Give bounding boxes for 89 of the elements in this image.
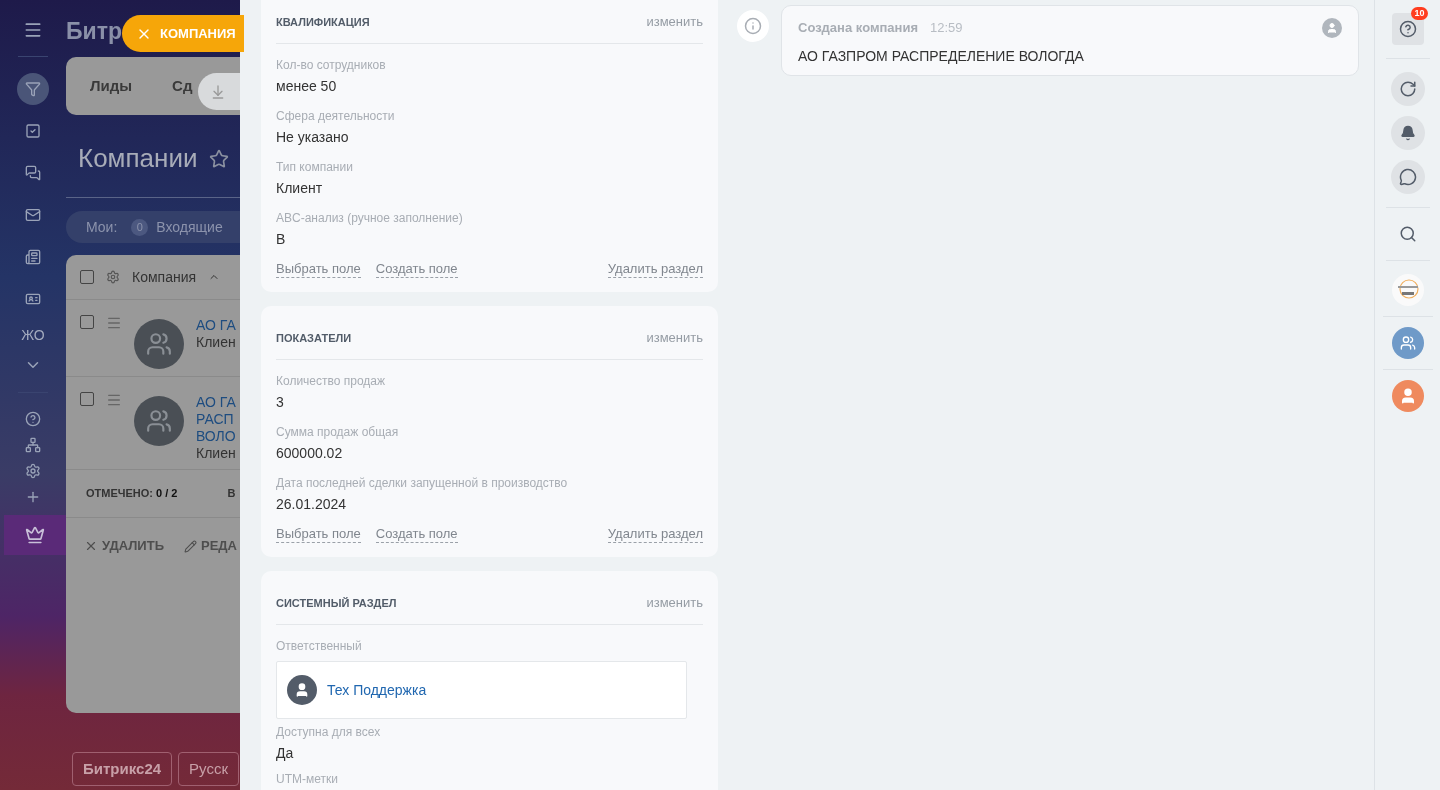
field-value: B bbox=[276, 230, 287, 249]
delete-link[interactable]: Удалить раздел bbox=[607, 526, 703, 543]
activity-button[interactable] bbox=[1390, 72, 1425, 106]
checkbox[interactable] bbox=[80, 315, 94, 329]
selected-count: ОТМЕЧЕНО: 0 / 2 bbox=[86, 486, 178, 502]
field-label: Сумма продаж общая bbox=[276, 424, 400, 441]
star-icon[interactable] bbox=[209, 148, 230, 169]
action-button[interactable]: УДАЛИТЬ bbox=[84, 536, 164, 556]
page-title: Компании bbox=[78, 142, 198, 175]
group-chat-button[interactable] bbox=[1391, 327, 1424, 359]
group-icon bbox=[146, 331, 172, 357]
notification-badge: 10 bbox=[1411, 7, 1428, 20]
event-title: Создана компания bbox=[798, 19, 919, 37]
settings-icon[interactable] bbox=[106, 270, 120, 284]
edit-link[interactable]: изменить bbox=[646, 593, 703, 613]
help-icon[interactable] bbox=[25, 411, 41, 427]
footer-text: В bbox=[227, 486, 236, 502]
section-title: КВАЛИФИКАЦИЯ bbox=[276, 14, 370, 30]
field-label: ABC-анализ (ручное заполнение) bbox=[276, 210, 464, 227]
field-value: Да bbox=[276, 744, 295, 763]
field-label: UTM-метки bbox=[276, 771, 339, 788]
nav-label[interactable]: ЖО bbox=[21, 325, 45, 346]
settings-icon[interactable] bbox=[25, 463, 41, 479]
section-title: ПОКАЗАТЕЛИ bbox=[276, 330, 352, 346]
field-value: 26.01.2024 bbox=[276, 495, 348, 514]
field-label: Количество продаж bbox=[276, 373, 387, 390]
field-label: Кол-во сотрудников bbox=[276, 57, 387, 74]
network-icon[interactable] bbox=[25, 437, 41, 453]
help-icon bbox=[1398, 20, 1417, 38]
nav-icon[interactable] bbox=[17, 73, 49, 105]
company-type: Клиен bbox=[196, 334, 236, 351]
info-glyph-icon bbox=[744, 17, 762, 35]
crown-icon bbox=[25, 525, 45, 545]
company-link[interactable]: АО ГА РАСП ВОЛО bbox=[196, 394, 236, 445]
logo-text: Битр bbox=[66, 18, 122, 44]
field-link[interactable]: Выбрать поле bbox=[276, 261, 361, 278]
field-label: Дата последней сделки запущенной в производство bbox=[276, 475, 569, 492]
bell-button[interactable] bbox=[1390, 116, 1425, 150]
field-link[interactable]: Выбрать поле bbox=[276, 526, 361, 543]
filter-item[interactable]: Входящие bbox=[156, 216, 223, 238]
edit-link[interactable]: изменить bbox=[646, 328, 703, 348]
field-label: Доступна для всех bbox=[276, 724, 382, 741]
drag-handle-icon[interactable] bbox=[106, 315, 122, 331]
edit-link[interactable]: изменить bbox=[646, 12, 703, 32]
footer-button[interactable]: Битрикс24 bbox=[72, 752, 173, 786]
chat-icon bbox=[1398, 168, 1417, 186]
field-label: Тип компании bbox=[276, 159, 354, 176]
delete-link[interactable]: Удалить раздел bbox=[607, 261, 703, 278]
field-value: менее 50 bbox=[276, 77, 338, 96]
field-link[interactable]: Создать поле bbox=[375, 526, 458, 543]
column-header[interactable]: Компания bbox=[132, 266, 197, 288]
filter-label: Мои: bbox=[86, 217, 118, 237]
field-value: Клиент bbox=[276, 179, 324, 198]
footer-button[interactable]: Русск bbox=[178, 752, 239, 786]
company-type: Клиен bbox=[196, 445, 236, 462]
person-icon bbox=[294, 682, 310, 698]
action-button[interactable]: РЕДА bbox=[184, 536, 237, 556]
close-button[interactable]: КОМПАНИЯ bbox=[122, 15, 244, 52]
tab[interactable]: Сд bbox=[172, 74, 193, 98]
app-logo-icon[interactable] bbox=[1391, 274, 1424, 306]
tab[interactable]: Лиды bbox=[90, 74, 133, 98]
crown-tile[interactable] bbox=[4, 515, 66, 555]
checkbox[interactable] bbox=[80, 392, 94, 406]
field-value: Не указано bbox=[276, 128, 350, 147]
profile-button[interactable] bbox=[1391, 380, 1424, 412]
refresh-icon bbox=[1398, 80, 1417, 98]
pencil-icon bbox=[184, 539, 197, 553]
field-value: 600000.02 bbox=[276, 444, 344, 463]
checkbox[interactable] bbox=[80, 270, 94, 284]
company-link[interactable]: АО ГА bbox=[196, 317, 236, 334]
menu-icon[interactable] bbox=[23, 20, 43, 40]
collapse-icon bbox=[210, 83, 226, 100]
event-text: АО ГАЗПРОМ РАСПРЕДЕЛЕНИЕ ВОЛОГДА bbox=[798, 46, 1085, 66]
event-time: 12:59 bbox=[930, 19, 963, 37]
group-icon bbox=[146, 408, 172, 434]
search-icon[interactable] bbox=[1398, 225, 1417, 243]
field-value: 3 bbox=[276, 393, 285, 412]
section-title: СИСТЕМНЫЙ РАЗДЕЛ bbox=[276, 595, 397, 611]
field-link[interactable]: Создать поле bbox=[375, 261, 458, 278]
field-label: Сфера деятельности bbox=[276, 108, 396, 125]
drag-handle-icon[interactable] bbox=[106, 392, 122, 408]
chat-button[interactable] bbox=[1390, 160, 1425, 194]
user-link[interactable]: Тех Поддержка bbox=[327, 679, 427, 701]
counter: 0 bbox=[131, 218, 149, 236]
group-icon bbox=[1399, 335, 1416, 351]
bell-icon bbox=[1399, 125, 1416, 141]
plus-icon[interactable] bbox=[25, 489, 41, 505]
close-icon bbox=[84, 539, 98, 553]
field-label: Ответственный bbox=[276, 638, 363, 655]
